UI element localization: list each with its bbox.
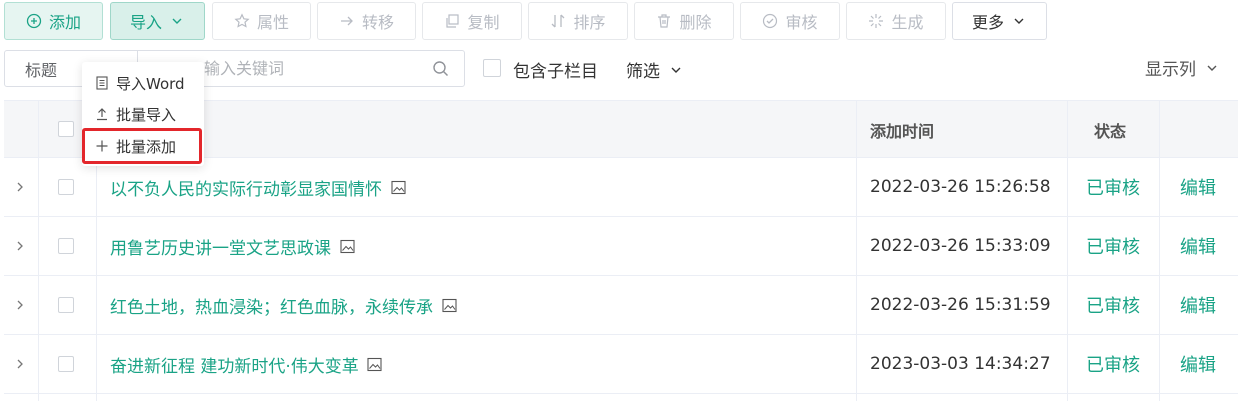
copy-icon (444, 13, 460, 29)
sort-button-label: 排序 (573, 13, 606, 32)
column-divider (38, 100, 39, 401)
copy-button[interactable]: 复制 (422, 2, 522, 40)
image-icon (367, 356, 383, 372)
row-title-cell: 红色土地，热血浸染；红色血脉，永续传承 (110, 276, 457, 334)
arrow-right-icon (339, 13, 355, 29)
more-button-label: 更多 (971, 13, 1004, 32)
expand-row-icon[interactable] (15, 158, 25, 216)
row-time: 2023-03-03 14:34:27 (870, 354, 1051, 374)
menu-item-import-word[interactable]: 导入Word (94, 71, 185, 95)
import-button[interactable]: 导入 (110, 2, 205, 40)
content-list-page: 添加 导入 属性 转移 复制 排序 删除 审核 生成 更多 标题 输入关键词 包… (0, 0, 1242, 401)
include-subcolumns-checkbox[interactable] (483, 59, 501, 77)
row-checkbox[interactable] (58, 297, 74, 313)
row-title-link[interactable]: 红色土地，热血浸染；红色血脉，永续传承 (110, 293, 433, 318)
row-time: 2022-03-26 15:26:58 (870, 177, 1051, 197)
filter-label: 筛选 (626, 62, 660, 82)
row-checkbox[interactable] (58, 356, 74, 372)
row-title-link[interactable]: 用鲁艺历史讲一堂文艺思政课 (110, 234, 331, 259)
row-checkbox[interactable] (58, 238, 74, 254)
delete-button-label: 删除 (679, 13, 712, 32)
image-icon (339, 238, 355, 254)
add-button-label: 添加 (48, 13, 81, 32)
expand-row-icon[interactable] (15, 335, 25, 393)
row-status[interactable]: 已审核 (1086, 158, 1140, 216)
chevron-down-icon (668, 62, 684, 78)
row-title-cell: 奋进新征程 建功新时代·伟大变革 (110, 335, 383, 393)
select-all-checkbox[interactable] (58, 121, 74, 137)
chevron-down-icon (169, 13, 185, 29)
row-status[interactable]: 已审核 (1086, 335, 1140, 393)
add-button[interactable]: 添加 (4, 2, 103, 40)
search-field-select-value: 标题 (25, 60, 58, 80)
columns-dropdown[interactable]: 显示列 (1145, 55, 1220, 80)
search-icon[interactable] (432, 60, 450, 78)
column-header-status[interactable]: 状态 (1094, 101, 1126, 159)
attributes-button[interactable]: 属性 (212, 2, 311, 40)
table-row: 奋进新征程 建功新时代·伟大变革 2023-03-03 14:34:27 已审核 编辑 (4, 335, 1238, 394)
review-button-label: 审核 (785, 13, 818, 32)
sort-icon (550, 13, 566, 29)
row-edit-link[interactable]: 编辑 (1180, 217, 1216, 275)
columns-label: 显示列 (1145, 60, 1196, 80)
copy-button-label: 复制 (467, 13, 500, 32)
table-row: 以不负人民的实际行动彰显家国情怀 2022-03-26 15:26:58 已审核 编辑 (4, 158, 1238, 217)
image-icon (390, 179, 406, 195)
expand-row-icon[interactable] (15, 276, 25, 334)
row-edit-link[interactable]: 编辑 (1180, 158, 1216, 216)
column-divider (856, 100, 857, 401)
column-divider (1067, 100, 1068, 401)
review-button[interactable]: 审核 (740, 2, 840, 40)
row-title-link[interactable]: 以不负人民的实际行动彰显家国情怀 (110, 175, 382, 200)
delete-button[interactable]: 删除 (634, 2, 734, 40)
expand-row-icon[interactable] (15, 217, 25, 275)
attributes-button-label: 属性 (256, 13, 289, 32)
sort-button[interactable]: 排序 (528, 2, 628, 40)
row-time: 2022-03-26 15:33:09 (870, 236, 1051, 256)
filter-dropdown[interactable]: 筛选 (626, 57, 684, 82)
star-icon (234, 13, 250, 29)
highlight-box (82, 128, 202, 164)
row-title-link[interactable]: 奋进新征程 建功新时代·伟大变革 (110, 352, 359, 377)
row-status[interactable]: 已审核 (1086, 217, 1140, 275)
row-time: 2022-03-26 15:31:59 (870, 295, 1051, 315)
row-title-cell: 以不负人民的实际行动彰显家国情怀 (110, 158, 406, 216)
table-row: 用鲁艺历史讲一堂文艺思政课 2022-03-26 15:33:09 已审核 编辑 (4, 217, 1238, 276)
row-status[interactable]: 已审核 (1086, 276, 1140, 334)
generate-button-label: 生成 (891, 13, 924, 32)
document-icon (94, 75, 110, 91)
import-button-label: 导入 (129, 13, 162, 32)
generate-button[interactable]: 生成 (846, 2, 946, 40)
trash-icon (656, 13, 672, 29)
menu-item-label: 导入Word (116, 74, 185, 93)
upload-icon (94, 106, 110, 122)
more-button[interactable]: 更多 (952, 2, 1047, 40)
menu-item-label: 批量导入 (116, 105, 177, 124)
row-edit-link[interactable]: 编辑 (1180, 276, 1216, 334)
table-row: 红色土地，热血浸染；红色血脉，永续传承 2022-03-26 15:31:59 已审… (4, 276, 1238, 335)
column-divider (1159, 100, 1160, 401)
row-title-cell: 用鲁艺历史讲一堂文艺思政课 (110, 217, 355, 275)
sparkle-icon (868, 13, 884, 29)
transfer-button-label: 转移 (361, 13, 394, 32)
check-circle-icon (762, 13, 778, 29)
include-subcolumns-label[interactable]: 包含子栏目 (513, 57, 598, 82)
chevron-down-icon (1204, 60, 1220, 76)
transfer-button[interactable]: 转移 (317, 2, 416, 40)
image-icon (441, 297, 457, 313)
menu-item-batch-import[interactable]: 批量导入 (94, 102, 176, 126)
column-header-time[interactable]: 添加时间 (870, 101, 934, 159)
row-checkbox[interactable] (58, 179, 74, 195)
plus-circle-icon (26, 13, 42, 29)
row-edit-link[interactable]: 编辑 (1180, 335, 1216, 393)
chevron-down-icon (1011, 13, 1027, 29)
